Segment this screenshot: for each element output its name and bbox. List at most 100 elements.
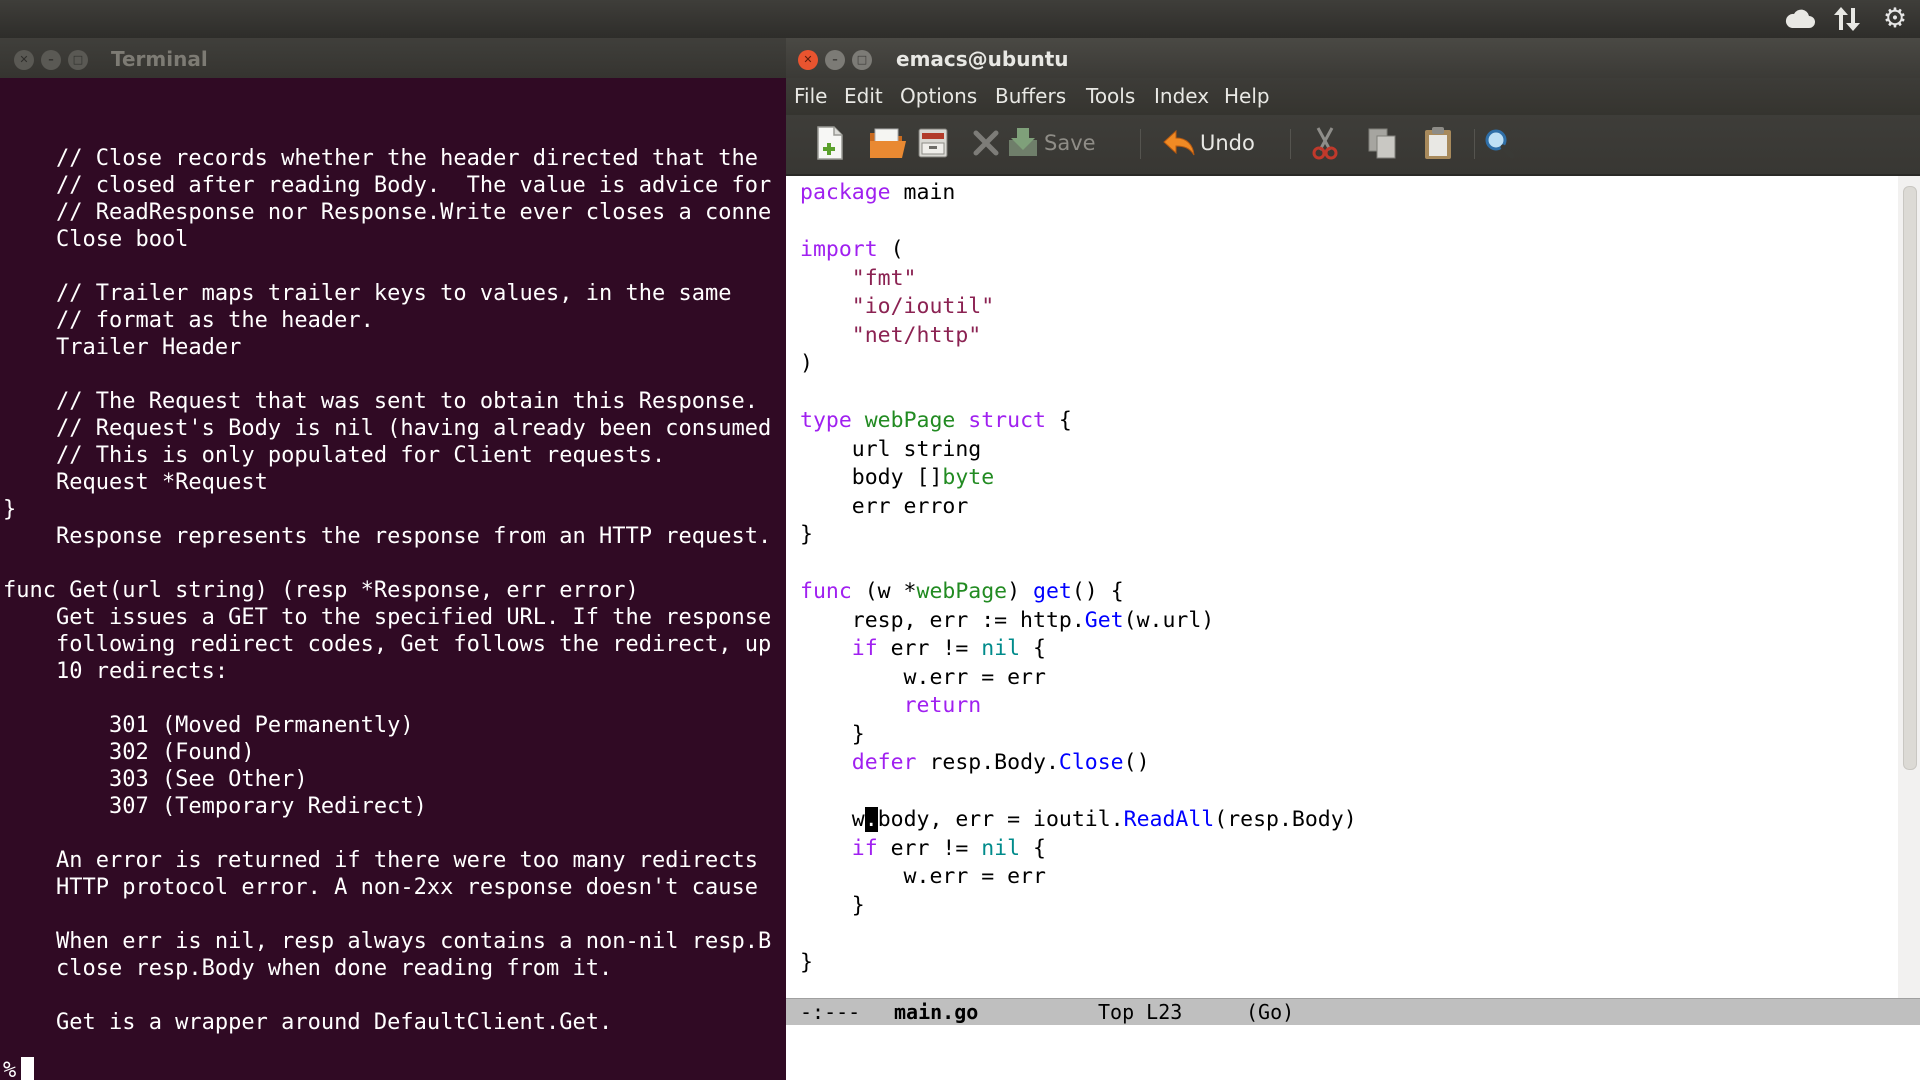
code-line-11: body []byte [800, 465, 995, 490]
terminal-line: 307 (Temporary Redirect) [3, 794, 427, 819]
top-panel: ⚙ [0, 0, 1920, 38]
terminal-text: // Close records whether the header dire… [3, 145, 771, 1036]
menu-tools[interactable]: Tools [1086, 84, 1135, 108]
scrollbar-thumb[interactable] [1903, 186, 1917, 770]
terminal-line: When err is nil, resp always contains a … [3, 929, 772, 954]
toolbar-separator [1140, 129, 1141, 159]
terminal-line: // closed after reading Body. The value … [3, 173, 772, 198]
search-icon [1485, 129, 1515, 159]
network-arrows-icon[interactable] [1831, 3, 1863, 35]
code-line-13: } [800, 522, 813, 547]
code-line-18: w.err = err [800, 664, 1046, 690]
text-cursor: . [864, 807, 878, 832]
dired-button[interactable] [916, 123, 950, 163]
terminal-window: ✕ – □ Terminal // Close records whether … [0, 38, 786, 1080]
modeline-position: Top L23 [1098, 1000, 1183, 1024]
terminal-line: Trailer Header [3, 335, 242, 360]
save-label: Save [1044, 131, 1096, 155]
menu-buffers[interactable]: Buffers [995, 84, 1066, 108]
code-line-12: err error [800, 493, 969, 519]
folder-open-icon [870, 128, 906, 158]
menu-edit[interactable]: Edit [844, 84, 883, 108]
save-button[interactable]: Save [1006, 123, 1096, 163]
modeline-major-mode[interactable]: (Go) [1246, 999, 1294, 1025]
clipboard-icon [1425, 127, 1451, 159]
terminal-line: // Request's Body is nil (having already… [3, 416, 772, 441]
code-line-19: return [903, 693, 982, 718]
terminal-line: Request *Request [3, 470, 268, 495]
copy-button[interactable] [1366, 123, 1398, 163]
code-line-25: w.err = err [800, 864, 1046, 889]
menu-file[interactable]: File [794, 84, 827, 108]
code-line-6: "net/http" [851, 322, 982, 348]
modeline-buffer-name[interactable]: main.go [894, 999, 978, 1025]
code-line-17: if err != nil { [851, 636, 1046, 661]
close-x-icon [973, 130, 999, 156]
undo-button[interactable]: Undo [1162, 123, 1255, 163]
emacs-minimize-button[interactable]: – [825, 50, 845, 70]
code-line-16: resp, err := http.Get(w.url) [800, 607, 1215, 633]
editor-buffer[interactable]: package main import ( "fmt" "io/ioutil" … [786, 176, 1898, 998]
code-line-21: defer resp.Body.Close() [851, 750, 1150, 775]
terminal-prompt[interactable]: % [3, 1057, 35, 1080]
emacs-close-button[interactable]: ✕ [798, 50, 818, 70]
copy-icon [1368, 128, 1396, 159]
terminal-line: func Get(url string) (resp *Response, er… [3, 578, 639, 603]
code-line-1: package main [800, 180, 956, 205]
code-line-9: type webPage struct { [800, 408, 1072, 433]
terminal-output[interactable]: // Close records whether the header dire… [0, 78, 786, 1080]
code-line-20: } [800, 721, 865, 747]
undo-label: Undo [1200, 131, 1255, 155]
toolbar: Save Undo [786, 115, 1920, 176]
vertical-scrollbar[interactable] [1898, 176, 1920, 998]
terminal-line: // Close records whether the header dire… [3, 146, 758, 171]
gear-icon[interactable]: ⚙ [1879, 3, 1911, 35]
terminal-line: // ReadResponse nor Response.Write ever … [3, 200, 772, 225]
cut-button[interactable] [1310, 123, 1340, 163]
scissors-icon [1312, 127, 1338, 160]
terminal-line: 302 (Found) [3, 740, 255, 765]
terminal-cursor [21, 1057, 35, 1080]
terminal-line: Get is a wrapper around DefaultClient.Ge… [3, 1010, 613, 1035]
menu-help[interactable]: Help [1224, 84, 1270, 108]
menu-options[interactable]: Options [900, 84, 977, 108]
minibuffer[interactable] [786, 1025, 1920, 1080]
new-file-button[interactable] [814, 123, 846, 163]
kill-buffer-button[interactable] [970, 123, 1002, 163]
code-line-3: import ( [800, 237, 904, 262]
cloud-icon[interactable] [1784, 3, 1816, 35]
terminal-line: An error is returned if there were too m… [3, 848, 758, 873]
terminal-line: } [3, 497, 17, 522]
modeline-status: -:--- [800, 1000, 861, 1024]
terminal-line: // format as the header. [3, 308, 374, 333]
terminal-close-button[interactable]: ✕ [14, 50, 34, 70]
terminal-line: 10 redirects: [3, 659, 229, 684]
code-line-28: } [800, 949, 813, 975]
open-file-button[interactable] [868, 123, 908, 163]
emacs-title: emacs@ubuntu [896, 47, 1069, 71]
search-button[interactable] [1482, 123, 1516, 163]
terminal-minimize-button[interactable]: – [41, 50, 61, 70]
terminal-titlebar[interactable]: ✕ – □ Terminal [0, 38, 786, 78]
terminal-line: following redirect codes, Get follows th… [3, 632, 772, 657]
code-line-10: url string [800, 436, 982, 462]
terminal-line: Close bool [3, 227, 189, 252]
code-line-4: "fmt" [851, 265, 917, 291]
emacs-maximize-button[interactable]: □ [852, 50, 872, 70]
terminal-line: // Trailer maps trailer keys to values, … [3, 281, 732, 306]
toolbar-separator [1290, 129, 1291, 159]
terminal-line: // This is only populated for Client req… [3, 443, 666, 468]
code-line-26: } [800, 892, 865, 918]
terminal-line: close resp.Body when done reading from i… [3, 956, 613, 981]
paste-button[interactable] [1422, 123, 1454, 163]
terminal-line: Get issues a GET to the specified URL. I… [3, 605, 772, 630]
terminal-line: 303 (See Other) [3, 767, 308, 792]
mode-line: -:--- main.go Top L23 (Go) [786, 998, 1920, 1025]
terminal-title: Terminal [111, 47, 208, 71]
emacs-window: ✕ – □ emacs@ubuntu File Edit Options Buf… [786, 38, 1920, 1080]
code-line-7: ) [800, 351, 813, 376]
emacs-titlebar[interactable]: ✕ – □ emacs@ubuntu [786, 38, 1920, 78]
terminal-maximize-button[interactable]: □ [68, 50, 88, 70]
menu-index[interactable]: Index [1154, 84, 1209, 108]
terminal-line: Response represents the response from an… [3, 524, 772, 549]
